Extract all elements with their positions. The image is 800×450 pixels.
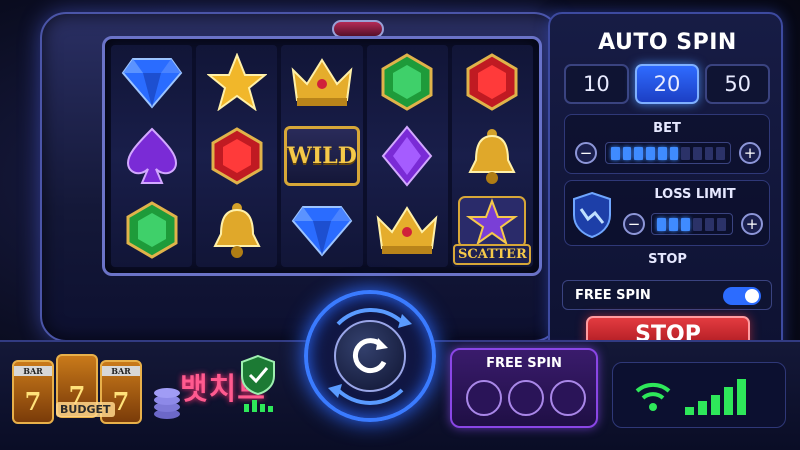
meter-segment (705, 217, 714, 231)
toggle-knob (745, 289, 759, 303)
meter-segment (634, 146, 644, 160)
gold-bell-icon (202, 197, 272, 263)
meter-segment (717, 217, 726, 231)
free-spin-label: FREE SPIN (486, 356, 562, 371)
auto-spin-title: AUTO SPIN (598, 30, 737, 55)
wifi-icon (633, 377, 673, 417)
meter-segment (716, 146, 726, 160)
seven-digit: 7 (112, 387, 130, 416)
meter-segment (669, 217, 678, 231)
meter-segment (704, 146, 714, 160)
scatter-label: SCATTER (453, 244, 532, 265)
budget-label: BUDGET (56, 402, 115, 417)
meter-segment (611, 146, 620, 160)
loss-limit-level-meter[interactable] (651, 213, 733, 235)
scatter-star-icon (458, 196, 527, 248)
gold-bell-icon (457, 123, 527, 189)
blue-diamond-icon (117, 49, 187, 115)
free-spin-slot (550, 380, 586, 416)
connection-status (612, 362, 786, 428)
purple-spade-icon (117, 123, 187, 189)
meter-segment (622, 146, 632, 160)
bet-increase-button[interactable]: + (739, 142, 761, 164)
green-gem-icon (372, 49, 442, 115)
meter-segment (693, 217, 702, 231)
red-gem-icon (457, 49, 527, 115)
seven-digit: 7 (24, 387, 42, 416)
bet-label: BET (653, 121, 681, 136)
spin-count-20-button[interactable]: 20 (634, 64, 700, 104)
free-spin-counter: FREE SPIN (450, 348, 598, 428)
wild-symbol: WILD (284, 123, 360, 189)
stop-section-label: STOP (648, 252, 687, 267)
spin-button[interactable] (304, 290, 436, 422)
meter-segment (657, 146, 667, 160)
loss-limit-decrease-button[interactable]: − (623, 213, 645, 235)
loss-limit-control: LOSS LIMIT − + (564, 180, 770, 246)
reel-5: SCATTER (451, 45, 534, 267)
shield-check-icon (238, 354, 278, 418)
free-spin-slot (466, 380, 502, 416)
reel-4 (366, 45, 448, 267)
spin-refresh-icon (334, 320, 406, 392)
gold-crown-icon (287, 49, 357, 115)
blue-diamond-icon (287, 197, 357, 263)
bet-level-meter[interactable] (605, 142, 731, 164)
green-gem-icon (117, 197, 187, 263)
scatter-symbol: SCATTER (453, 196, 532, 265)
free-spin-stop-row: FREE SPIN (562, 280, 772, 310)
reel-2 (196, 45, 278, 267)
promo-strip: BAR 7 7 BAR 7 BUDGET 뱃치트 (12, 354, 302, 430)
free-spin-toggle-label: FREE SPIN (575, 288, 651, 303)
wild-label: WILD (284, 126, 360, 186)
meter-segment (692, 146, 702, 160)
bar-label: BAR (14, 366, 52, 376)
auto-spin-panel: AUTO SPIN 10 20 50 BET − + LOSS LIMIT − … (548, 12, 783, 357)
purple-diamond-icon (372, 123, 442, 189)
free-spin-slot (508, 380, 544, 416)
reel-window: WILD SCATTER (102, 36, 542, 276)
loss-limit-label: LOSS LIMIT (654, 187, 736, 202)
spin-count-selector: 10 20 50 (564, 64, 771, 104)
bet-control: BET − + (564, 114, 770, 174)
meter-segment (681, 146, 690, 160)
red-gem-icon (202, 123, 272, 189)
meter-segment (646, 146, 655, 160)
signal-bars-icon (683, 373, 763, 421)
coin-stack-icon (152, 380, 182, 424)
meter-segment (669, 146, 679, 160)
spin-count-50-button[interactable]: 50 (705, 64, 771, 104)
reel-1 (111, 45, 193, 267)
free-spin-toggle[interactable] (723, 287, 761, 305)
meter-segment (657, 217, 666, 231)
loss-limit-increase-button[interactable]: + (741, 213, 763, 235)
spin-count-10-button[interactable]: 10 (564, 64, 629, 104)
bar-label: BAR (102, 366, 140, 376)
meter-segment (681, 217, 690, 231)
reel-3: WILD (281, 45, 363, 267)
bet-decrease-button[interactable]: − (575, 142, 597, 164)
gold-star-icon (202, 49, 272, 115)
gold-crown-icon (372, 197, 442, 263)
seven-reel-card: BAR 7 (12, 360, 54, 424)
